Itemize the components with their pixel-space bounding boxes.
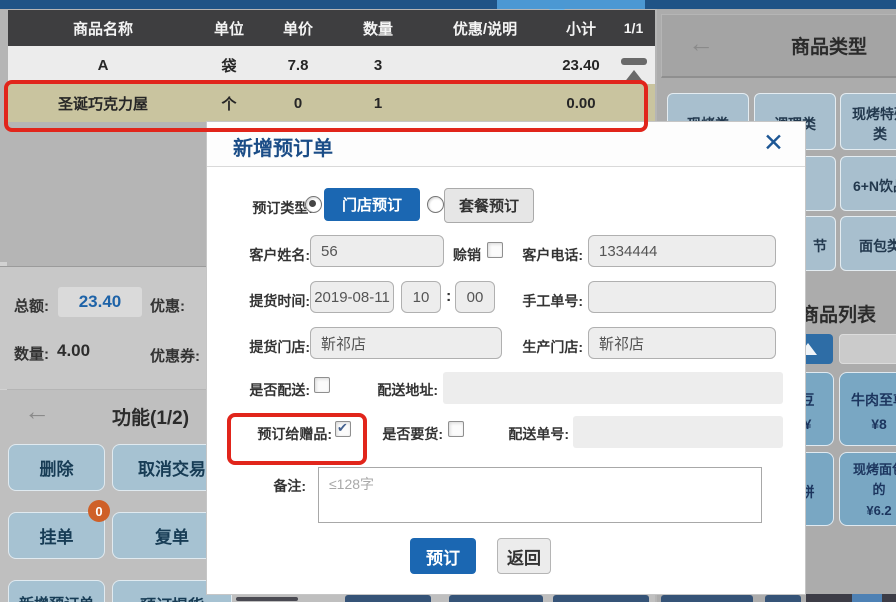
pickup-store-input[interactable]: 靳祁店: [310, 327, 502, 359]
held-orders-badge: 0: [88, 500, 110, 522]
need-goods-checkbox[interactable]: [448, 421, 464, 437]
delivery-address-input[interactable]: [443, 372, 783, 404]
total-label: 总额:: [14, 295, 49, 316]
category-bread[interactable]: 面包类: [840, 216, 896, 271]
row-highlight-annotation: [4, 80, 648, 132]
hidden-button-sliver: [449, 595, 543, 602]
is-delivery-label: 是否配送:: [225, 380, 310, 400]
product-name: 现烤面包: [846, 460, 896, 480]
pos-screen: 商品名称 单位 单价 数量 优惠/说明 小计 1/1 A 袋 7.8 3 23.…: [0, 0, 896, 602]
product-scroll-gray-button[interactable]: [839, 334, 896, 364]
category-back-arrow-icon[interactable]: ←: [688, 30, 714, 56]
customer-phone-label: 客户电话:: [507, 245, 583, 265]
pickup-store-label: 提货门店:: [225, 337, 310, 357]
category-panel-title: 商品类型: [791, 32, 867, 59]
reserve-button[interactable]: 预订: [410, 538, 476, 574]
delivery-address-label: 配送地址:: [372, 380, 438, 400]
cell-name: A: [8, 57, 198, 74]
manual-number-label: 手工单号:: [507, 291, 583, 311]
col-header-unit: 单位: [198, 18, 260, 39]
remark-textarea[interactable]: [318, 467, 762, 523]
cell-qty: 3: [336, 57, 420, 74]
col-header-name: 商品名称: [8, 18, 198, 39]
product-price: ¥6.2: [846, 501, 896, 521]
coupon-label: 优惠券:: [150, 345, 200, 366]
return-button[interactable]: 返回: [497, 538, 551, 574]
back-arrow-icon[interactable]: ←: [24, 398, 50, 424]
customer-name-input[interactable]: 56: [310, 235, 444, 267]
pickup-hour-input[interactable]: 10: [401, 281, 441, 313]
customer-phone-input[interactable]: 1334444: [588, 235, 776, 267]
product-name-2: 的: [846, 480, 896, 500]
customer-name-label: 客户姓名:: [225, 245, 310, 265]
new-reservation-modal: 新增预订单 ✕ 预订类型: 门店预订 套餐预订 客户姓名: 56 赊销 客户电话…: [207, 122, 805, 594]
top-nav-active-segment: [497, 0, 645, 9]
hidden-button-sliver: [661, 595, 753, 602]
delivery-number-label: 配送单号:: [503, 424, 569, 444]
top-nav-strip: [0, 0, 896, 9]
gift-highlight-annotation: [227, 413, 367, 465]
delivery-number-input[interactable]: [573, 416, 783, 448]
col-header-discount: 优惠/说明: [420, 18, 550, 39]
product-name: 牛肉至尊: [846, 389, 896, 413]
product-item-4[interactable]: 现烤面包 的 ¥6.2: [839, 452, 896, 526]
need-goods-label: 是否要货:: [377, 424, 443, 444]
quantity-label: 数量:: [14, 343, 49, 364]
cell-price: 7.8: [260, 57, 336, 74]
hidden-button-sliver: [345, 595, 431, 602]
category-6n-drinks[interactable]: 6+N饮品: [840, 156, 896, 211]
credit-sale-checkbox[interactable]: [487, 242, 503, 258]
manual-number-input[interactable]: [588, 281, 776, 313]
hidden-button-sliver: [806, 594, 896, 602]
product-item-2[interactable]: 牛肉至尊 ¥8: [839, 372, 896, 446]
pickup-time-label: 提货时间:: [225, 291, 310, 311]
function-panel-title: 功能(1/2): [112, 403, 189, 430]
hidden-text-sliver: [236, 597, 298, 601]
delete-button[interactable]: 删除: [8, 444, 105, 491]
table-row[interactable]: A 袋 7.8 3 23.40: [8, 46, 655, 84]
discount-label: 优惠:: [150, 295, 185, 316]
reservation-type-label: 预订类型:: [225, 198, 313, 218]
total-value: 23.40: [58, 287, 142, 317]
table-pager: 1/1: [612, 20, 655, 36]
scroll-bar-icon: [621, 58, 647, 65]
new-reservation-button[interactable]: 新增预订单: [8, 580, 105, 602]
order-table-header: 商品名称 单位 单价 数量 优惠/说明 小计 1/1: [8, 10, 655, 46]
cell-subtotal: 23.40: [550, 57, 612, 74]
product-list-title: 商品列表: [800, 300, 876, 327]
cell-unit: 袋: [198, 55, 260, 76]
col-header-subtotal: 小计: [550, 18, 612, 39]
production-store-label: 生产门店:: [507, 337, 583, 357]
hidden-button-sliver: [765, 595, 801, 602]
modal-title: 新增预订单: [233, 132, 333, 161]
package-reservation-radio[interactable]: [427, 196, 444, 213]
product-price: ¥8: [846, 413, 896, 437]
store-reservation-button[interactable]: 门店预订: [324, 188, 420, 221]
credit-sale-label: 赊销: [447, 245, 481, 265]
remark-label: 备注:: [262, 476, 306, 496]
pickup-minute-input[interactable]: 00: [455, 281, 495, 313]
quantity-value: 4.00: [57, 341, 90, 361]
package-reservation-button[interactable]: 套餐预订: [444, 188, 534, 223]
hidden-button-sliver: [852, 594, 882, 602]
hold-order-button[interactable]: 挂单: [8, 512, 105, 559]
production-store-input[interactable]: 靳祁店: [588, 327, 776, 359]
is-delivery-checkbox[interactable]: [314, 377, 330, 393]
col-header-price: 单价: [260, 18, 336, 39]
store-reservation-radio[interactable]: [305, 196, 322, 213]
col-header-qty: 数量: [336, 18, 420, 39]
pickup-date-input[interactable]: 2019-08-11: [310, 281, 394, 313]
category-fresh-baked-special[interactable]: 现烤特殊类: [840, 93, 896, 150]
hidden-button-sliver: [553, 595, 649, 602]
close-icon[interactable]: ✕: [763, 128, 784, 158]
time-colon: :: [446, 288, 451, 306]
